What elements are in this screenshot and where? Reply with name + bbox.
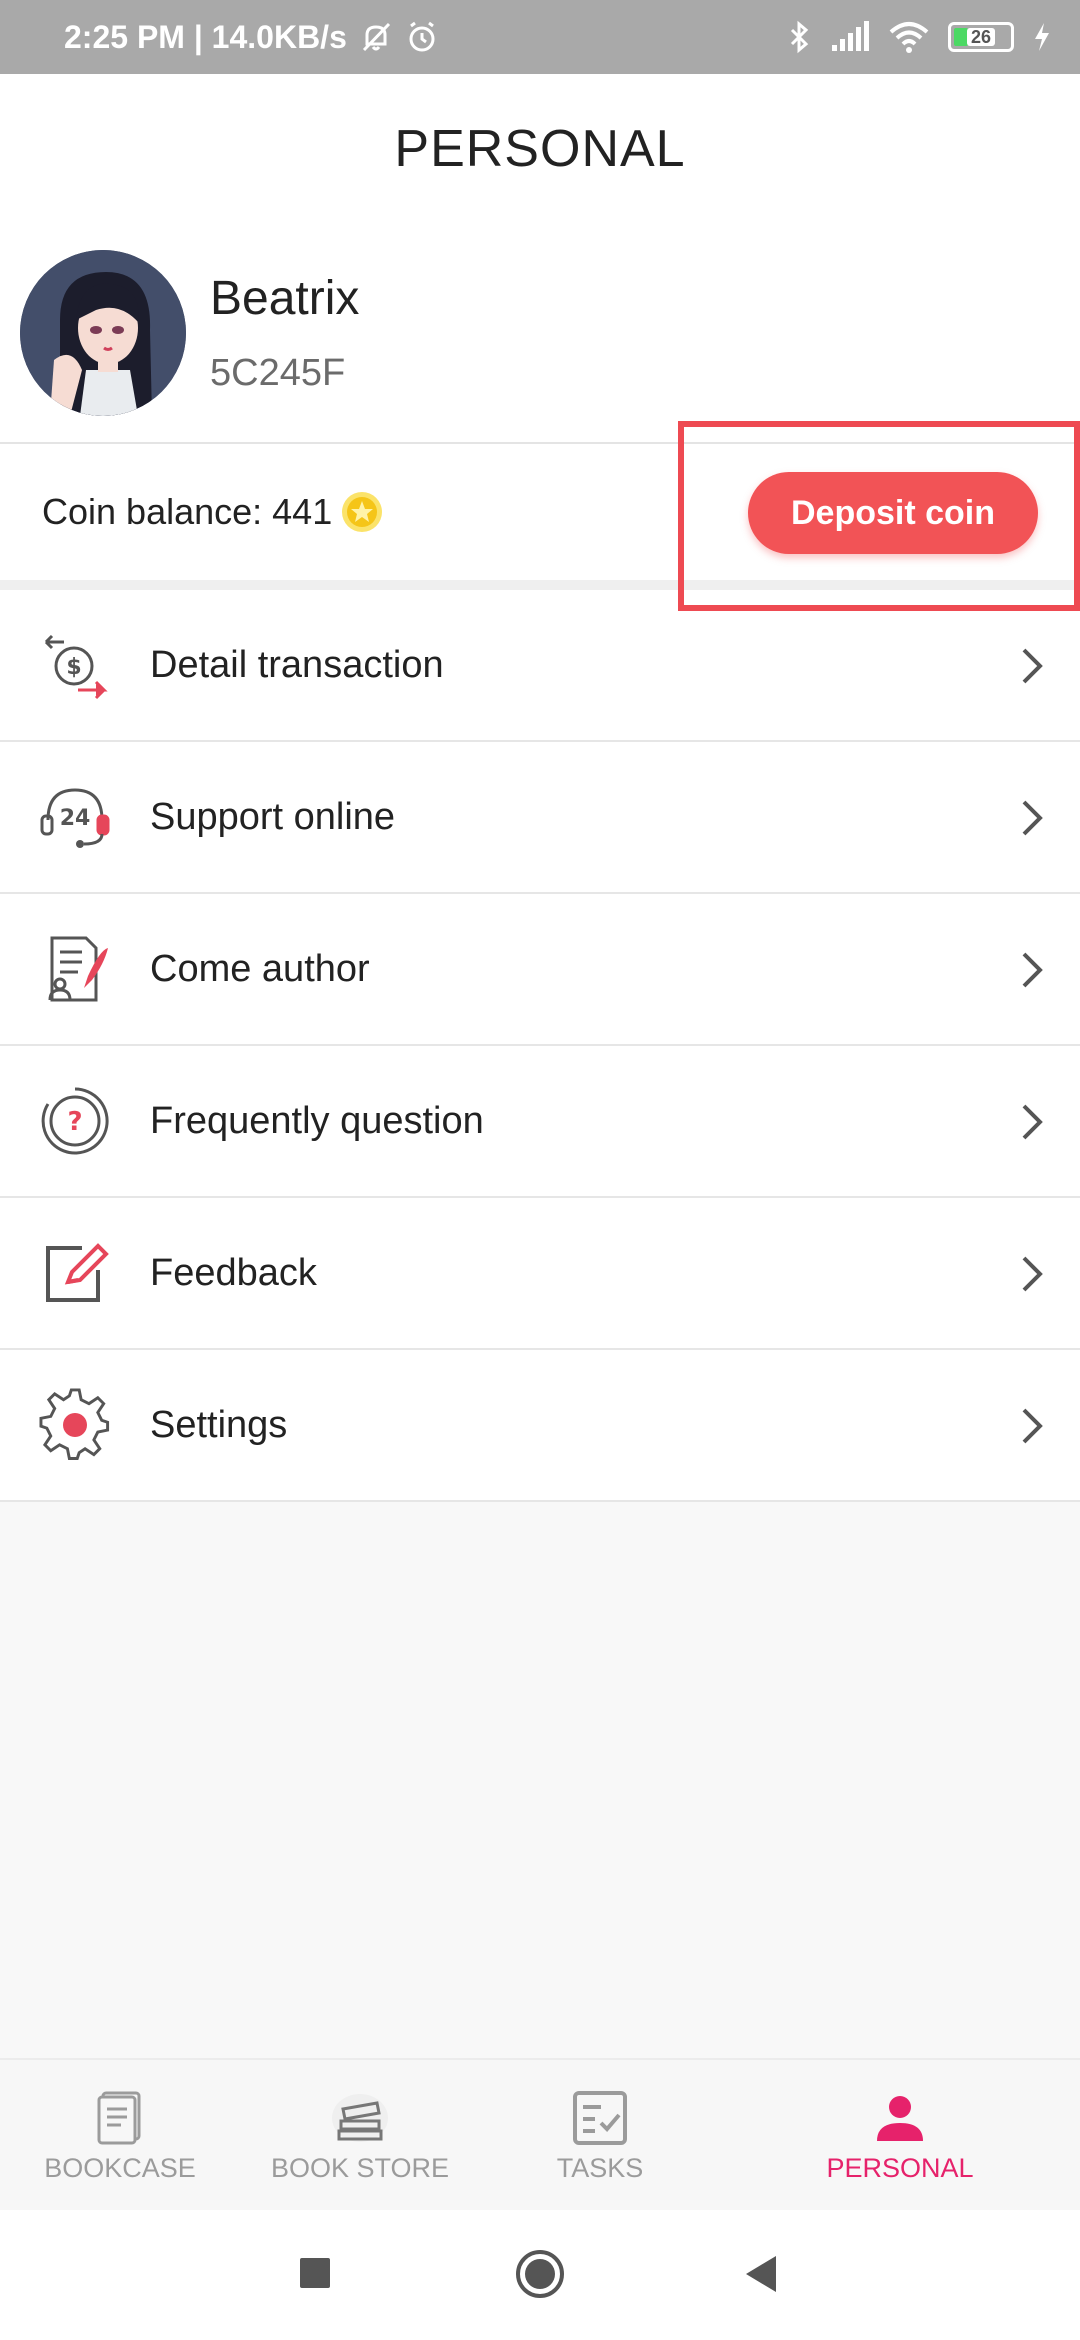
avatar[interactable]	[20, 250, 186, 416]
user-name: Beatrix	[210, 272, 360, 325]
menu-item-support-online[interactable]: 24 Support online	[0, 742, 1080, 894]
wifi-icon	[889, 22, 929, 53]
coin-icon	[342, 492, 383, 532]
menu-item-frequently-question[interactable]: ? Frequently question	[0, 1046, 1080, 1198]
status-time: 2:25 PM | 14.0KB/s	[64, 18, 347, 55]
svg-text:?: ?	[67, 1107, 82, 1137]
tab-book-store[interactable]: BOOK STORE	[270, 2060, 450, 2212]
settings-icon	[39, 1388, 110, 1460]
menu-item-feedback[interactable]: Feedback	[0, 1198, 1080, 1350]
feedback-icon	[46, 1243, 109, 1302]
person-icon	[877, 2095, 923, 2141]
bookcase-icon	[97, 2091, 141, 2144]
tab-bookcase[interactable]: BOOKCASE	[40, 2060, 200, 2212]
tab-personal[interactable]: PERSONAL	[810, 2060, 990, 2212]
page-title: PERSONAL	[394, 120, 686, 178]
support-24-icon: 24	[40, 788, 110, 848]
battery-level: 26	[966, 28, 996, 46]
menu-label-frequently-question: Frequently question	[150, 1099, 484, 1142]
alarm-icon	[409, 21, 435, 52]
svg-text:24: 24	[60, 806, 91, 831]
menu-label-detail-transaction: Detail transaction	[150, 643, 444, 686]
menu-list: $ Detail transaction 24 Support online C…	[0, 590, 1080, 1502]
deposit-coin-button[interactable]: Deposit coin	[748, 472, 1038, 554]
question-icon: ?	[41, 1087, 109, 1155]
transaction-icon: $	[44, 634, 108, 700]
profile-section[interactable]: Beatrix 5C245F	[0, 224, 1080, 442]
back-button[interactable]	[742, 2254, 780, 2294]
tab-label-tasks: TASKS	[556, 2152, 644, 2183]
tab-tasks[interactable]: TASKS	[520, 2060, 680, 2212]
menu-label-settings: Settings	[150, 1403, 288, 1446]
chevron-right-icon	[1022, 1408, 1043, 1444]
status-bar: 2:25 PM | 14.0KB/s 26	[0, 0, 1080, 74]
battery-icon: 26	[948, 22, 1014, 52]
bottom-tab-bar: BOOKCASE BOOK STORE TASKS PERSONAL	[0, 2058, 1080, 2210]
menu-label-support-online: Support online	[150, 795, 396, 838]
signal-icon	[832, 21, 869, 51]
chevron-right-icon	[1022, 952, 1043, 988]
menu-item-come-author[interactable]: Come author	[0, 894, 1080, 1046]
system-nav-bar	[0, 2210, 1080, 2340]
personal-page: PERSONAL Beatrix 5C245F Coin balance: 44…	[0, 74, 1080, 2060]
chevron-right-icon	[1022, 648, 1043, 684]
svg-text:$: $	[66, 655, 81, 680]
bluetooth-icon	[790, 20, 809, 54]
menu-label-feedback: Feedback	[150, 1251, 317, 1294]
tab-label-bookcase: BOOKCASE	[44, 2152, 196, 2183]
recent-apps-button[interactable]	[298, 2256, 332, 2290]
author-icon	[48, 936, 108, 1002]
page-header: PERSONAL	[0, 74, 1080, 224]
tab-label-book-store: BOOK STORE	[270, 2152, 450, 2183]
chevron-right-icon	[1022, 800, 1043, 836]
mute-icon	[362, 22, 390, 52]
home-button[interactable]	[514, 2248, 566, 2300]
menu-item-detail-transaction[interactable]: $ Detail transaction	[0, 590, 1080, 742]
user-id: 5C245F	[210, 352, 346, 394]
charging-icon	[1035, 23, 1049, 51]
chevron-right-icon	[1022, 1104, 1043, 1140]
chevron-right-icon	[1022, 1256, 1043, 1292]
coin-balance-row: Coin balance: 441 Deposit coin	[0, 421, 1080, 611]
coin-balance-label: Coin balance: 441	[42, 491, 333, 532]
bookstore-icon	[332, 2093, 388, 2142]
menu-label-come-author: Come author	[150, 947, 370, 990]
tasks-icon	[573, 2090, 627, 2145]
menu-item-settings[interactable]: Settings	[0, 1350, 1080, 1502]
tab-label-personal: PERSONAL	[826, 2152, 974, 2183]
